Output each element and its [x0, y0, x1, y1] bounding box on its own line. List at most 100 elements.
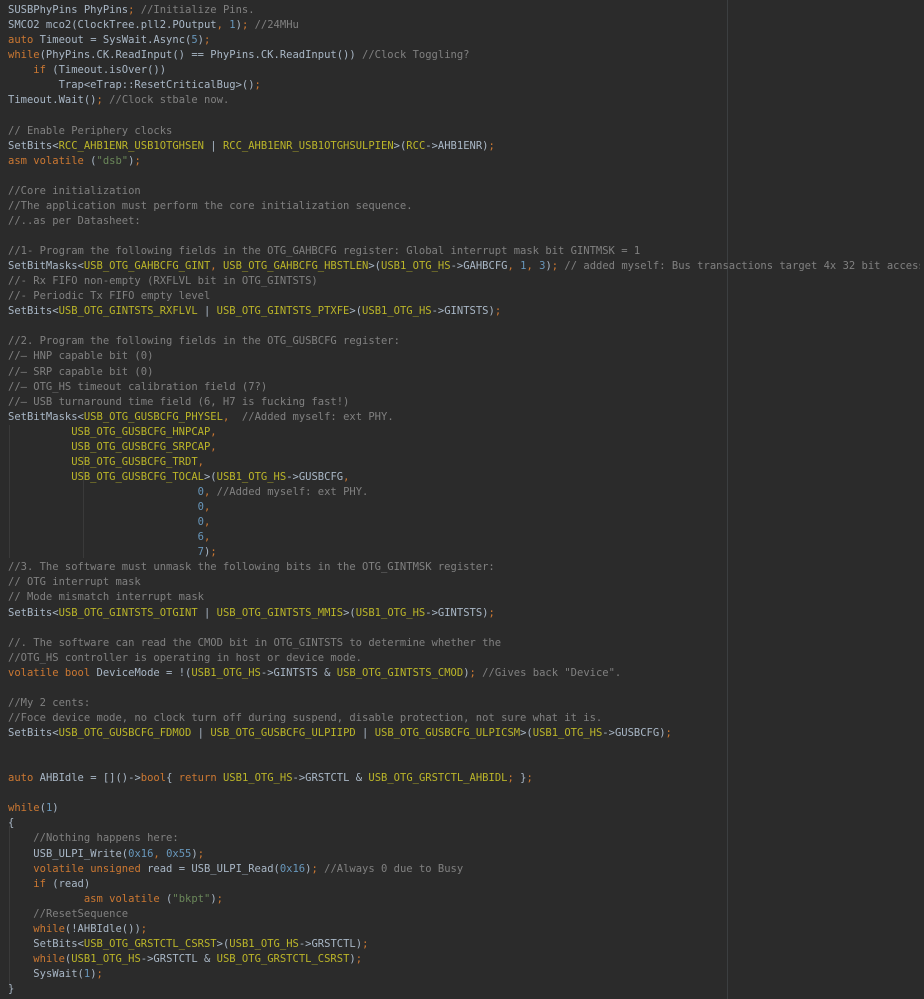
code-line[interactable]: ​ [8, 681, 920, 696]
code-line[interactable]: ​ [8, 786, 920, 801]
code-line[interactable]: 0, //Added myself: ext PHY. [8, 485, 920, 500]
macro-token: USB_OTG_GUSBCFG_FDMOD [58, 727, 192, 739]
comment-token: //– HNP capable bit (0) [8, 350, 154, 363]
code-line[interactable]: // OTG interrupt mask [8, 575, 920, 590]
code-line[interactable]: ​ [8, 319, 920, 334]
comment-token: //My 2 cents: [8, 696, 91, 709]
code-line[interactable]: SetBits<USB_OTG_GUSBCFG_FDMOD | USB_OTG_… [8, 726, 920, 741]
code-line[interactable]: //– HNP capable bit (0) [8, 349, 920, 364]
code-line[interactable]: asm volatile ("bkpt"); [8, 892, 920, 907]
code-line[interactable]: //The application must perform the core … [8, 199, 920, 214]
code-line[interactable]: 0, [8, 515, 920, 530]
code-line[interactable]: while(!AHBIdle()); [8, 922, 920, 937]
code-line[interactable]: USB_OTG_GUSBCFG_HNPCAP, [8, 425, 920, 440]
code-line[interactable]: USB_OTG_GUSBCFG_TOCAL>(USB1_OTG_HS->GUSB… [8, 470, 920, 485]
code-line[interactable]: while(USB1_OTG_HS->GRSTCTL & USB_OTG_GRS… [8, 952, 920, 967]
code-line[interactable]: ​ [8, 741, 920, 756]
keyword-token: volatile unsigned [33, 862, 141, 875]
code-line[interactable]: //2. Program the following fields in the… [8, 334, 920, 349]
code-line[interactable]: USB_ULPI_Write(0x16, 0x55); [8, 847, 920, 862]
code-line[interactable]: ​ [8, 621, 920, 636]
code-line[interactable]: SetBitMasks<USB_OTG_GUSBCFG_PHYSEL, //Ad… [8, 410, 920, 425]
keyword-token: ; [488, 139, 495, 152]
keyword-token: ; [210, 546, 217, 559]
code-line[interactable]: volatile unsigned read = USB_ULPI_Read(0… [8, 862, 920, 877]
code-line[interactable]: if (Timeout.isOver()) [8, 63, 920, 78]
code-token: { [166, 772, 179, 785]
macro-token: USB1_OTG_HS [216, 470, 287, 483]
code-token: SetBits< [8, 727, 59, 739]
macro-token: USB_OTG_GUSBCFG_PHYSEL [83, 410, 223, 423]
code-line[interactable]: //Core initialization [8, 184, 920, 199]
code-line[interactable]: //ResetSequence [8, 907, 920, 922]
code-line[interactable]: ​ [8, 169, 920, 184]
code-token: ->GINTSTS) [431, 305, 495, 318]
code-line[interactable]: SetBitMasks<USB_OTG_GAHBCFG_GINT, USB_OT… [8, 259, 920, 274]
code-token: SetBits< [8, 139, 59, 152]
code-line[interactable]: //- Periodic Tx FIFO empty level [8, 289, 920, 304]
code-line[interactable]: ​ [8, 108, 920, 123]
code-line[interactable]: //– USB turnaround time field (6, H7 is … [8, 395, 920, 410]
code-line[interactable]: if (read) [8, 877, 920, 892]
code-line[interactable]: SetBits<RCC_AHB1ENR_USB1OTGHSEN | RCC_AH… [8, 139, 920, 154]
code-line[interactable]: //– SRP capable bit (0) [8, 365, 920, 380]
keyword-token: ; [526, 772, 533, 785]
code-line[interactable]: //My 2 cents: [8, 696, 920, 711]
code-line[interactable]: SetBits<USB_OTG_GINTSTS_RXFLVL | USB_OTG… [8, 304, 920, 319]
code-line[interactable]: //3. The software must unmask the follow… [8, 560, 920, 575]
code-line[interactable]: USB_OTG_GUSBCFG_TRDT, [8, 455, 920, 470]
code-line[interactable]: //1- Program the following fields in the… [8, 244, 920, 259]
code-line[interactable]: auto AHBIdle = []()->bool{ return USB1_O… [8, 771, 920, 786]
code-token: >( [368, 260, 382, 273]
keyword-token: ; [140, 922, 148, 935]
code-line[interactable]: //. The software can read the CMOD bit i… [8, 636, 920, 651]
comment-token: // added myself: Bus transactions target… [564, 260, 920, 273]
code-line[interactable]: SUSBPhyPins PhyPins; //Initialize Pins. [8, 3, 920, 18]
code-line[interactable]: //Foce device mode, no clock turn off du… [8, 711, 920, 726]
macro-token: USB_OTG_GAHBCFG_GINT [83, 260, 211, 273]
code-line[interactable]: SysWait(1); [8, 967, 920, 982]
code-line[interactable]: //Nothing happens here: [8, 831, 920, 846]
code-line[interactable]: //- Rx FIFO non-empty (RXFLVL bit in OTG… [8, 274, 920, 289]
keyword-token: , [197, 455, 204, 468]
macro-token: USB1_OTG_HS [222, 772, 293, 785]
code-line[interactable]: //– OTG_HS timeout calibration field (7?… [8, 380, 920, 395]
code-line[interactable]: //OTG_HS controller is operating in host… [8, 651, 920, 666]
code-line[interactable]: auto Timeout = SysWait.Async(5); [8, 33, 920, 48]
macro-token: USB_OTG_GUSBCFG_ULPIIPD [210, 727, 356, 739]
code-editor[interactable]: SUSBPhyPins PhyPins; //Initialize Pins. S… [8, 3, 920, 996]
code-line[interactable]: // Mode mismatch interrupt mask [8, 590, 920, 605]
comment-token: //24MHu [254, 19, 299, 32]
code-line[interactable]: SetBits<USB_OTG_GRSTCTL_CSRST>(USB1_OTG_… [8, 937, 920, 952]
code-line[interactable]: Trap<eTrap::ResetCriticalBug>(); [8, 78, 920, 93]
code-line[interactable]: SetBits<USB_OTG_GINTSTS_OTGINT | USB_OTG… [8, 606, 920, 621]
code-line[interactable]: } [8, 982, 920, 997]
code-line[interactable]: 7); [8, 545, 920, 560]
macro-token: USB_OTG_GRSTCTL_CSRST [83, 937, 217, 950]
code-line[interactable]: ​ [8, 756, 920, 771]
code-line[interactable]: asm volatile ("dsb"); [8, 154, 920, 169]
code-token: >( [343, 606, 356, 619]
code-line[interactable]: Timeout.Wait(); //Clock stbale now. [8, 93, 920, 108]
code-line[interactable]: // Enable Periphery clocks [8, 124, 920, 139]
code-line[interactable]: 6, [8, 530, 920, 545]
code-line[interactable]: ​ [8, 229, 920, 244]
code-line[interactable]: 0, [8, 500, 920, 515]
code-line[interactable]: { [8, 816, 920, 831]
code-line[interactable]: USB_OTG_GUSBCFG_SRPCAP, [8, 440, 920, 455]
code-token: ->GINTSTS & [260, 666, 337, 679]
code-line[interactable]: while(PhyPins.CK.ReadInput() == PhyPins.… [8, 48, 920, 63]
keyword-token: , [203, 516, 211, 529]
code-line[interactable]: //..as per Datasheet: [8, 214, 920, 229]
comment-token: //OTG_HS controller is operating in host… [8, 651, 363, 664]
code-token: ->GUSBCFG) [602, 727, 666, 739]
code-line[interactable]: volatile bool DeviceMode = !(USB1_OTG_HS… [8, 666, 920, 681]
comment-token: //- Periodic Tx FIFO empty level [8, 290, 211, 303]
code-line[interactable]: SMCO2 mco2(ClockTree.pll2.POutput, 1); /… [8, 18, 920, 33]
code-line[interactable]: while(1) [8, 801, 920, 816]
